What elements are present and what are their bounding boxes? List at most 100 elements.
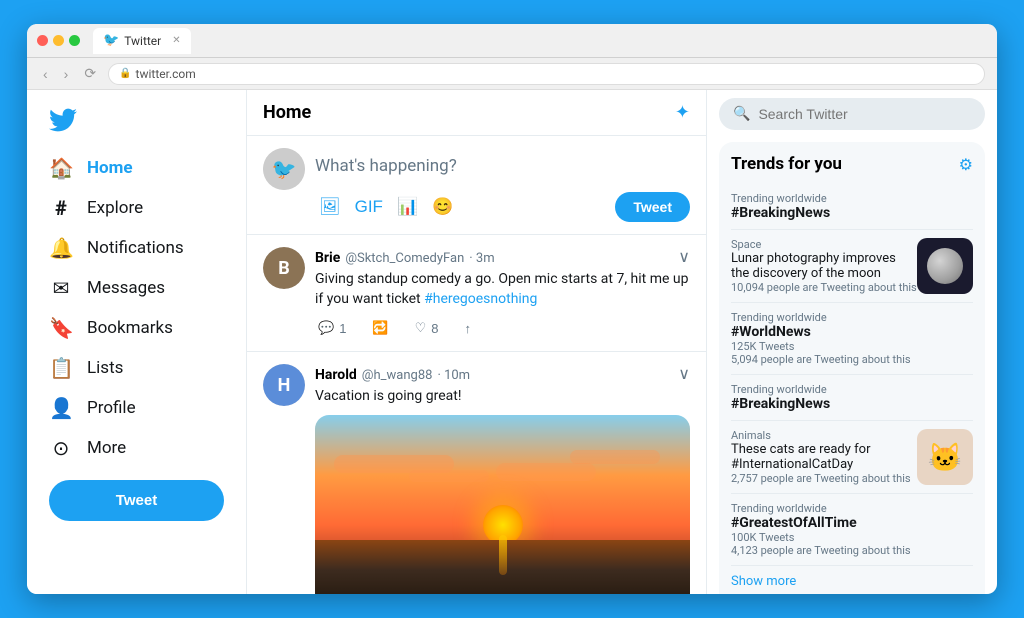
trends-title: Trends for you [731,154,842,174]
moon-circle [927,248,963,284]
sidebar-item-more[interactable]: ⊙ More [37,428,236,468]
trend-item[interactable]: Space Lunar photography improves the dis… [731,230,973,303]
feed-header: Home ✦ [247,90,706,136]
tweet-text: Vacation is going great! [315,387,690,407]
tweet-meta: Brie @Sktch_ComedyFan · 3m ∨ [315,247,690,267]
trend-category: Trending worldwide [731,383,973,396]
sidebar-item-label-messages: Messages [87,278,165,298]
sun-reflection [499,535,507,575]
compose-actions: 🖼 GIF 📊 😊 Tweet [315,192,690,222]
sidebar-item-home[interactable]: 🏠 Home [37,148,236,188]
share-button[interactable]: ↑ [462,317,475,339]
share-icon: ↑ [465,321,472,336]
main-feed: Home ✦ 🐦 What's happening? 🖼 GIF 📊 😊 [247,90,707,594]
trend-count: 4,123 people are Tweeting about this [731,544,973,557]
trend-item[interactable]: Trending worldwide #BreakingNews [731,184,973,230]
explore-icon: # [49,196,73,220]
search-bar[interactable]: 🔍 [719,98,985,130]
sidebar-item-label-explore: Explore [87,198,143,218]
browser-window: 🐦 Twitter ✕ ‹ › ⟳ 🔒 twitter.com 🏠 Home [27,24,997,594]
refresh-button[interactable]: ⟳ [80,63,100,84]
trend-category: Animals [731,429,917,442]
like-icon: ♡ [415,320,427,336]
tweet-content: Harold @h_wang88 · 10m ∨ Vacation is goi… [315,364,690,594]
trend-item[interactable]: Trending worldwide #GreatestOfAllTime 10… [731,494,973,566]
trend-category: Trending worldwide [731,192,973,205]
sidebar-item-messages[interactable]: ✉ Messages [37,268,236,308]
messages-icon: ✉ [49,276,73,300]
trend-desc: Lunar photography improves the discovery… [731,251,917,281]
app-layout: 🏠 Home # Explore 🔔 Notifications ✉ Messa… [27,90,997,594]
sidebar-item-bookmarks[interactable]: 🔖 Bookmarks [37,308,236,348]
sidebar-item-label-notifications: Notifications [87,238,184,258]
window-controls [37,35,80,46]
compose-tweet-button[interactable]: Tweet [615,192,690,222]
url-bar[interactable]: 🔒 twitter.com [108,63,985,85]
trend-item[interactable]: Trending worldwide #BreakingNews [731,375,973,421]
retweet-icon: 🔁 [372,320,388,336]
maximize-dot[interactable] [69,35,80,46]
trend-with-image: Space Lunar photography improves the dis… [731,238,973,294]
back-button[interactable]: ‹ [39,64,52,84]
trend-text: Animals These cats are ready for #Intern… [731,429,917,485]
url-text: twitter.com [136,67,196,81]
trend-item[interactable]: Animals These cats are ready for #Intern… [731,421,973,494]
lock-icon: 🔒 [119,68,131,79]
compose-avatar: 🐦 [263,148,305,190]
twitter-bird-icon [49,106,77,134]
compose-poll-btn[interactable]: 📊 [393,193,422,221]
right-sidebar: 🔍 Trends for you ⚙ Trending worldwide #B… [707,90,997,594]
show-more-link[interactable]: Show more [731,566,973,594]
tweet-hashtag-link[interactable]: #heregoesnothing [424,291,537,307]
trend-item[interactable]: Trending worldwide #WorldNews 125K Tweet… [731,303,973,375]
sidebar-tweet-button[interactable]: Tweet [49,480,224,521]
compose-box: 🐦 What's happening? 🖼 GIF 📊 😊 Tweet [247,136,706,235]
sidebar-item-notifications[interactable]: 🔔 Notifications [37,228,236,268]
tab-close-btn[interactable]: ✕ [172,35,180,46]
tweet-actions: 💬 1 🔁 ♡ 8 ↑ [315,317,690,339]
retweet-button[interactable]: 🔁 [369,317,391,339]
trend-thumbnail: 🐱 [917,429,973,485]
avatar: H [263,364,305,406]
trend-with-image: Animals These cats are ready for #Intern… [731,429,973,485]
sidebar-item-profile[interactable]: 👤 Profile [37,388,236,428]
compose-emoji-btn[interactable]: 😊 [428,193,457,221]
search-input[interactable] [758,106,971,122]
comment-button[interactable]: 💬 1 [315,317,349,339]
forward-button[interactable]: › [60,64,73,84]
close-dot[interactable] [37,35,48,46]
trends-header: Trends for you ⚙ [731,154,973,174]
browser-tab[interactable]: 🐦 Twitter ✕ [93,28,191,54]
trend-category: Space [731,238,917,251]
tweet-card[interactable]: H Harold @h_wang88 · 10m ∨ Vacation is g… [247,352,706,594]
trend-category: Trending worldwide [731,311,973,324]
profile-icon: 👤 [49,396,73,420]
sidebar-item-explore[interactable]: # Explore [37,188,236,228]
tweet-avatar: H [263,364,305,406]
feed-title: Home [263,102,311,123]
minimize-dot[interactable] [53,35,64,46]
tweet-more-button[interactable]: ∨ [678,247,690,267]
tab-twitter-icon: 🐦 [103,33,119,48]
tweet-author-name: Harold [315,367,357,383]
sunset-photo [315,415,690,594]
clouds [315,445,690,505]
cat-image: 🐱 [917,429,973,485]
compose-gif-btn[interactable]: GIF [351,193,387,221]
sidebar-item-label-home: Home [87,158,133,178]
compose-placeholder[interactable]: What's happening? [315,148,690,184]
trend-count: 10,094 people are Tweeting about this [731,281,917,294]
tweet-card[interactable]: B Brie @Sktch_ComedyFan · 3m ∨ Giving st… [247,235,706,352]
sidebar-item-lists[interactable]: 📋 Lists [37,348,236,388]
compose-image-btn[interactable]: 🖼 [315,193,345,221]
trend-name: #WorldNews [731,324,973,340]
tweet-more-button[interactable]: ∨ [678,364,690,384]
trend-count: 5,094 people are Tweeting about this [731,353,973,366]
tweet-time: · 10m [437,368,470,383]
moon-image [917,238,973,294]
like-button[interactable]: ♡ 8 [412,317,442,339]
sparkle-icon[interactable]: ✦ [675,102,690,123]
settings-icon[interactable]: ⚙ [959,155,973,174]
twitter-logo[interactable] [37,100,236,148]
sidebar-item-label-profile: Profile [87,398,136,418]
